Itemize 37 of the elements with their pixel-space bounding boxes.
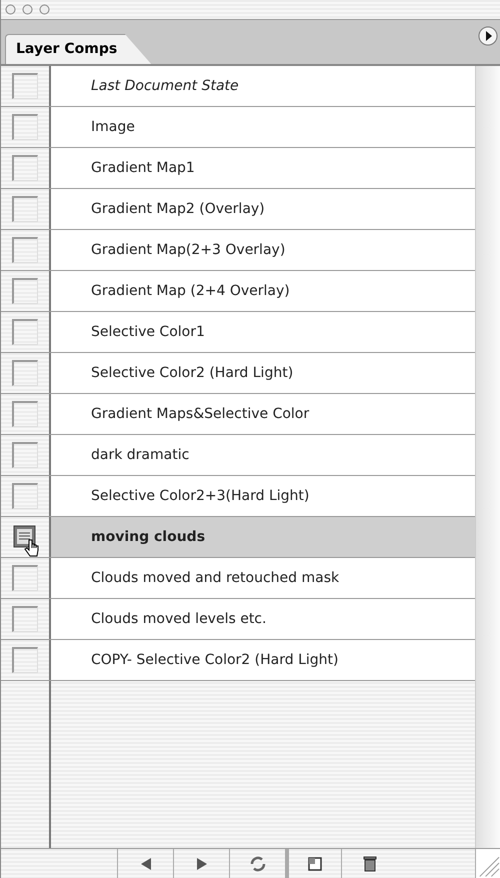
comp-row[interactable]: Gradient Maps&Selective Color (51, 394, 475, 434)
comp-row[interactable]: Last Document State (51, 66, 475, 106)
panel-tab[interactable]: Layer Comps (5, 34, 152, 64)
comp-row[interactable]: Gradient Map (2+4 Overlay) (51, 271, 475, 311)
empty-checkbox[interactable] (12, 360, 38, 386)
empty-checkbox[interactable] (12, 401, 38, 427)
comp-row[interactable]: COPY- Selective Color2 (Hard Light) (51, 640, 475, 680)
empty-checkbox[interactable] (12, 483, 38, 509)
comp-row[interactable]: Selective Color1 (51, 312, 475, 352)
hand-cursor-icon (24, 538, 40, 558)
empty-checkbox[interactable] (12, 278, 38, 304)
comp-row[interactable]: moving clouds (51, 517, 475, 557)
window-control-icon[interactable] (22, 4, 33, 15)
empty-checkbox[interactable] (12, 73, 38, 99)
comp-row[interactable]: Gradient Map(2+3 Overlay) (51, 230, 475, 270)
comp-row[interactable]: Selective Color2+3(Hard Light) (51, 476, 475, 516)
comp-row[interactable]: Image (51, 107, 475, 147)
comp-row[interactable]: Gradient Map2 (Overlay) (51, 189, 475, 229)
comp-row[interactable]: Clouds moved levels etc. (51, 599, 475, 639)
empty-checkbox[interactable] (12, 319, 38, 345)
comp-row[interactable]: Gradient Map1 (51, 148, 475, 188)
empty-checkbox[interactable] (12, 647, 38, 673)
window-control-icon[interactable] (5, 4, 16, 15)
panel-menu-icon[interactable] (478, 26, 498, 46)
comp-row[interactable]: Clouds moved and retouched mask (51, 558, 475, 598)
window-control-icon[interactable] (39, 4, 50, 15)
empty-checkbox[interactable] (12, 606, 38, 632)
empty-checkbox[interactable] (12, 196, 38, 222)
comp-row[interactable]: Selective Color2 (Hard Light) (51, 353, 475, 393)
resize-grip-icon[interactable] (475, 849, 500, 878)
empty-checkbox[interactable] (12, 565, 38, 591)
comp-row[interactable]: dark dramatic (51, 435, 475, 475)
empty-checkbox[interactable] (12, 114, 38, 140)
empty-checkbox[interactable] (12, 237, 38, 263)
empty-checkbox[interactable] (12, 155, 38, 181)
empty-checkbox[interactable] (12, 442, 38, 468)
applied-comp-icon[interactable] (12, 524, 38, 550)
